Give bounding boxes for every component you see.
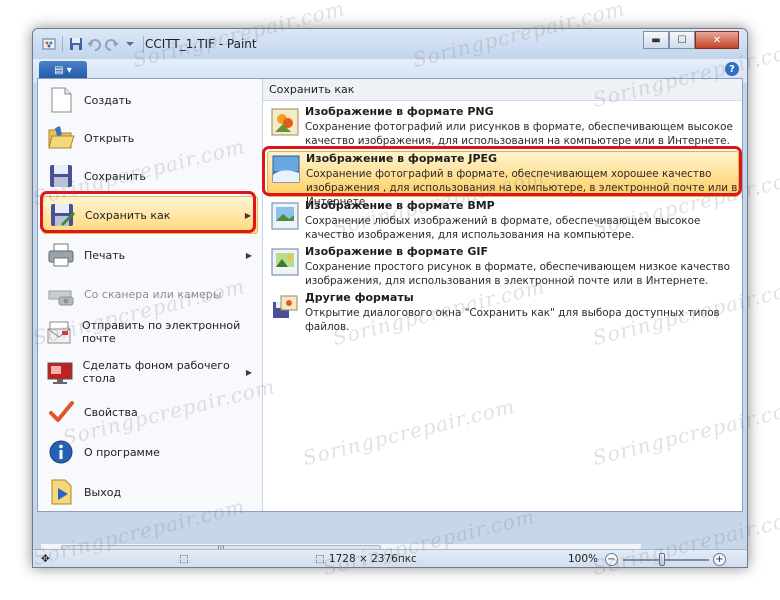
bmp-format-title: Изображение в формате BMP [305, 199, 495, 212]
menu-item-new[interactable]: Создать [42, 81, 258, 119]
image-dimensions: 1728 × 2376пкс [328, 553, 417, 565]
quick-access-toolbar [41, 36, 147, 52]
png-format-description: Сохранение фотографий или рисунков в фор… [305, 121, 733, 147]
menu-item-open[interactable]: Открыть [42, 119, 258, 157]
submenu-arrow-icon: ▶ [244, 210, 251, 220]
zoom-slider-thumb[interactable] [659, 553, 665, 566]
save-icon[interactable] [68, 36, 84, 52]
bmp-image-icon [271, 202, 299, 230]
maximize-button[interactable]: ☐ [669, 31, 695, 49]
cursor-position: ✥ [41, 553, 50, 565]
app-menu-commands: Создать Открыть Сохранить Сохранить как … [38, 79, 262, 511]
window-controls: ▬ ☐ ✕ [643, 31, 739, 49]
submenu-arrow-icon: ▶ [245, 250, 252, 260]
move-icon: ✥ [41, 553, 50, 565]
minimize-button[interactable]: ▬ [643, 31, 669, 49]
status-bar: ✥ ⬚ ⬚ 1728 × 2376пкс 100% − + [33, 549, 747, 567]
menu-item-send-email[interactable]: Отправить по электронной почте [42, 313, 258, 351]
scanner-icon [46, 279, 76, 309]
new-document-icon [46, 85, 76, 115]
selection-size: ⬚ [179, 553, 189, 565]
redo-icon[interactable] [104, 36, 120, 52]
zoom-slider[interactable] [623, 559, 709, 561]
save-as-header: Сохранить как [263, 79, 742, 101]
zoom-out-button[interactable]: − [605, 553, 618, 566]
menu-item-about[interactable]: О программе [42, 433, 258, 471]
other-formats-icon [271, 294, 299, 322]
jpeg-format-title: Изображение в формате JPEG [306, 152, 498, 165]
save-as-icon [47, 200, 77, 230]
other-formats-description: Открытие диалогового окна "Сохранить как… [305, 307, 720, 333]
save-disk-icon [46, 161, 76, 191]
ribbon-tab-row: ▤ ▾ ? [33, 59, 747, 79]
open-folder-icon [46, 123, 76, 153]
save-as-submenu: Сохранить как Изображение в формате PNG … [262, 79, 742, 511]
bmp-format-description: Сохранение любых изображений в формате, … [305, 215, 701, 241]
menu-item-properties[interactable]: Свойства [42, 393, 258, 431]
image-size-icon: ⬚ [315, 553, 325, 565]
checkmark-icon [46, 397, 76, 427]
jpeg-image-icon [272, 155, 300, 183]
selection-icon: ⬚ [179, 553, 189, 565]
png-format-title: Изображение в формате PNG [305, 105, 494, 118]
save-as-gif[interactable]: Изображение в формате GIF Сохранение про… [267, 245, 739, 289]
close-button[interactable]: ✕ [695, 31, 739, 49]
info-icon [46, 437, 76, 467]
zoom-in-button[interactable]: + [713, 553, 726, 566]
toolbar-separator [143, 36, 144, 52]
submenu-arrow-icon: ▶ [245, 367, 252, 377]
gif-format-title: Изображение в формате GIF [305, 245, 488, 258]
zoom-level: 100% [568, 553, 599, 565]
menu-item-exit[interactable]: Выход [42, 473, 258, 511]
undo-icon[interactable] [86, 36, 102, 52]
other-formats-title: Другие форматы [305, 291, 414, 304]
menu-item-set-desktop-background[interactable]: Сделать фоном рабочего стола ▶ [42, 353, 258, 391]
desktop-background-icon [46, 357, 75, 387]
save-as-other-formats[interactable]: Другие форматы Открытие диалогового окна… [267, 291, 739, 333]
paint-menu-button[interactable]: ▤ ▾ [39, 61, 87, 79]
save-as-jpeg[interactable]: Изображение в формате JPEG Сохранение фо… [267, 151, 739, 208]
exit-icon [46, 477, 76, 507]
gif-format-description: Сохранение простого рисунок в формате, о… [305, 261, 730, 287]
menu-item-save-as[interactable]: Сохранить как ▶ [42, 196, 258, 234]
window-title: CCITT_1.TIF - Paint [145, 37, 257, 51]
help-icon[interactable]: ? [725, 62, 739, 76]
printer-icon [46, 240, 76, 270]
gif-image-icon [271, 248, 299, 276]
app-menu: Создать Открыть Сохранить Сохранить как … [37, 78, 743, 512]
png-image-icon [271, 108, 299, 136]
menu-item-print[interactable]: Печать ▶ [42, 236, 258, 274]
title-bar: CCITT_1.TIF - Paint ▬ ☐ ✕ [33, 29, 747, 59]
image-size: ⬚ 1728 × 2376пкс [315, 553, 417, 565]
menu-item-save[interactable]: Сохранить [42, 157, 258, 195]
toolbar-separator [62, 36, 63, 52]
customize-toolbar-icon[interactable] [122, 36, 138, 52]
save-as-png[interactable]: Изображение в формате PNG Сохранение фот… [267, 105, 739, 149]
menu-item-from-scanner[interactable]: Со сканера или камеры [42, 275, 258, 313]
save-as-bmp[interactable]: Изображение в формате BMP Сохранение люб… [267, 199, 739, 243]
email-icon [46, 317, 74, 347]
app-icon [41, 36, 57, 52]
